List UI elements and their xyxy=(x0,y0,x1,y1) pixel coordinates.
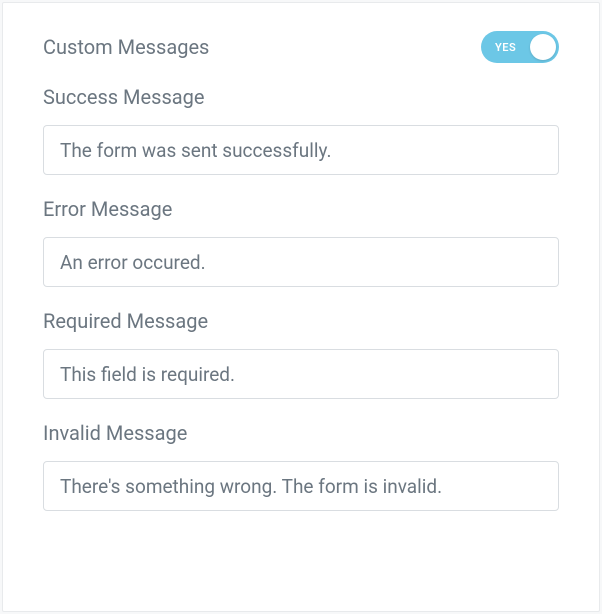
panel-title: Custom Messages xyxy=(43,35,209,59)
toggle-knob-icon xyxy=(530,34,556,60)
custom-messages-panel: Custom Messages YES Success Message Erro… xyxy=(2,2,600,612)
toggle-on-label: YES xyxy=(481,41,516,54)
required-message-input[interactable] xyxy=(43,349,559,399)
required-message-label: Required Message xyxy=(43,309,559,333)
invalid-message-input[interactable] xyxy=(43,461,559,511)
panel-header: Custom Messages YES xyxy=(43,31,559,63)
success-message-group: Success Message xyxy=(43,85,559,175)
required-message-group: Required Message xyxy=(43,309,559,399)
error-message-group: Error Message xyxy=(43,197,559,287)
error-message-input[interactable] xyxy=(43,237,559,287)
invalid-message-group: Invalid Message xyxy=(43,421,559,511)
success-message-label: Success Message xyxy=(43,85,559,109)
custom-messages-toggle[interactable]: YES xyxy=(481,31,559,63)
success-message-input[interactable] xyxy=(43,125,559,175)
invalid-message-label: Invalid Message xyxy=(43,421,559,445)
error-message-label: Error Message xyxy=(43,197,559,221)
